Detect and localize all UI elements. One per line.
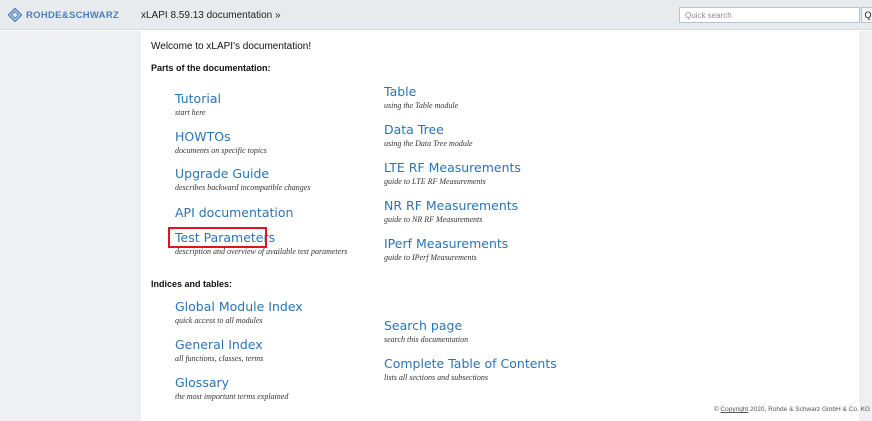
left-sidebar: [0, 31, 141, 421]
lte-rf-desc: guide to LTE RF Measurements: [384, 177, 486, 186]
indices-heading: Indices and tables:: [151, 279, 233, 289]
tutorial-desc: start here: [175, 108, 206, 117]
entry-search-page: Search page search this documentation: [384, 318, 468, 344]
upgrade-guide-link[interactable]: Upgrade Guide: [175, 166, 310, 181]
search-button[interactable]: Q: [861, 7, 872, 23]
api-documentation-link[interactable]: API documentation: [175, 205, 293, 220]
copyright-link[interactable]: Copyright: [720, 406, 748, 413]
top-bar: ROHDE&SCHWARZ xLAPI 8.59.13 documentatio…: [0, 0, 872, 30]
entry-upgrade-guide: Upgrade Guide describes backward incompa…: [175, 166, 310, 192]
footer-copyright: © Copyright 2020, Rohde & Schwarz GmbH &…: [714, 406, 870, 413]
footer-suffix: 2020, Rohde & Schwarz GmbH & Co. KG: [748, 406, 870, 413]
search-page-link[interactable]: Search page: [384, 318, 468, 333]
data-tree-desc: using the Data Tree module: [384, 139, 473, 148]
glossary-desc: the most important terms explained: [175, 392, 289, 401]
entry-global-module-index: Global Module Index quick access to all …: [175, 299, 303, 325]
iperf-link[interactable]: IPerf Measurements: [384, 236, 508, 251]
global-module-index-link[interactable]: Global Module Index: [175, 299, 303, 314]
upgrade-guide-desc: describes backward incompatible changes: [175, 183, 311, 192]
general-index-desc: all functions, classes, terms: [175, 354, 264, 363]
logo-text: ROHDE&SCHWARZ: [26, 9, 120, 21]
lte-rf-link[interactable]: LTE RF Measurements: [384, 160, 521, 175]
doc-title-breadcrumb[interactable]: xLAPI 8.59.13 documentation »: [141, 10, 281, 21]
quick-search-input[interactable]: [679, 7, 860, 23]
howtos-desc: documents on specific topics: [175, 146, 267, 155]
entry-lte-rf: LTE RF Measurements guide to LTE RF Meas…: [384, 160, 521, 186]
glossary-link[interactable]: Glossary: [175, 375, 288, 390]
iperf-desc: guide to IPerf Measurements: [384, 253, 477, 262]
entry-iperf: IPerf Measurements guide to IPerf Measur…: [384, 236, 508, 262]
entry-api-documentation: API documentation: [175, 205, 293, 220]
test-parameters-desc: description and overview of available te…: [175, 247, 348, 256]
entry-howtos: HOWTOs documents on specific topics: [175, 129, 267, 155]
highlight-box: [168, 227, 267, 248]
howtos-link[interactable]: HOWTOs: [175, 129, 267, 144]
rohde-schwarz-logo[interactable]: ROHDE&SCHWARZ: [8, 8, 119, 22]
general-index-link[interactable]: General Index: [175, 337, 263, 352]
nr-rf-desc: guide to NR RF Measurements: [384, 215, 483, 224]
parts-heading: Parts of the documentation:: [151, 63, 271, 73]
table-desc: using the Table module: [384, 101, 459, 110]
tutorial-link[interactable]: Tutorial: [175, 91, 221, 106]
entry-table: Table using the Table module: [384, 84, 458, 110]
welcome-heading: Welcome to xLAPI's documentation!: [151, 41, 312, 52]
nr-rf-link[interactable]: NR RF Measurements: [384, 198, 518, 213]
table-link[interactable]: Table: [384, 84, 458, 99]
complete-toc-desc: lists all sections and subsections: [384, 373, 488, 382]
complete-toc-link[interactable]: Complete Table of Contents: [384, 356, 557, 371]
entry-glossary: Glossary the most important terms explai…: [175, 375, 288, 401]
logo-diamond-icon: [8, 8, 22, 22]
data-tree-link[interactable]: Data Tree: [384, 122, 473, 137]
entry-general-index: General Index all functions, classes, te…: [175, 337, 263, 363]
right-sidebar: [859, 31, 872, 421]
entry-complete-toc: Complete Table of Contents lists all sec…: [384, 356, 557, 382]
global-module-index-desc: quick access to all modules: [175, 316, 263, 325]
entry-tutorial: Tutorial start here: [175, 91, 221, 117]
search-page-desc: search this documentation: [384, 335, 469, 344]
entry-data-tree: Data Tree using the Data Tree module: [384, 122, 473, 148]
entry-nr-rf: NR RF Measurements guide to NR RF Measur…: [384, 198, 518, 224]
